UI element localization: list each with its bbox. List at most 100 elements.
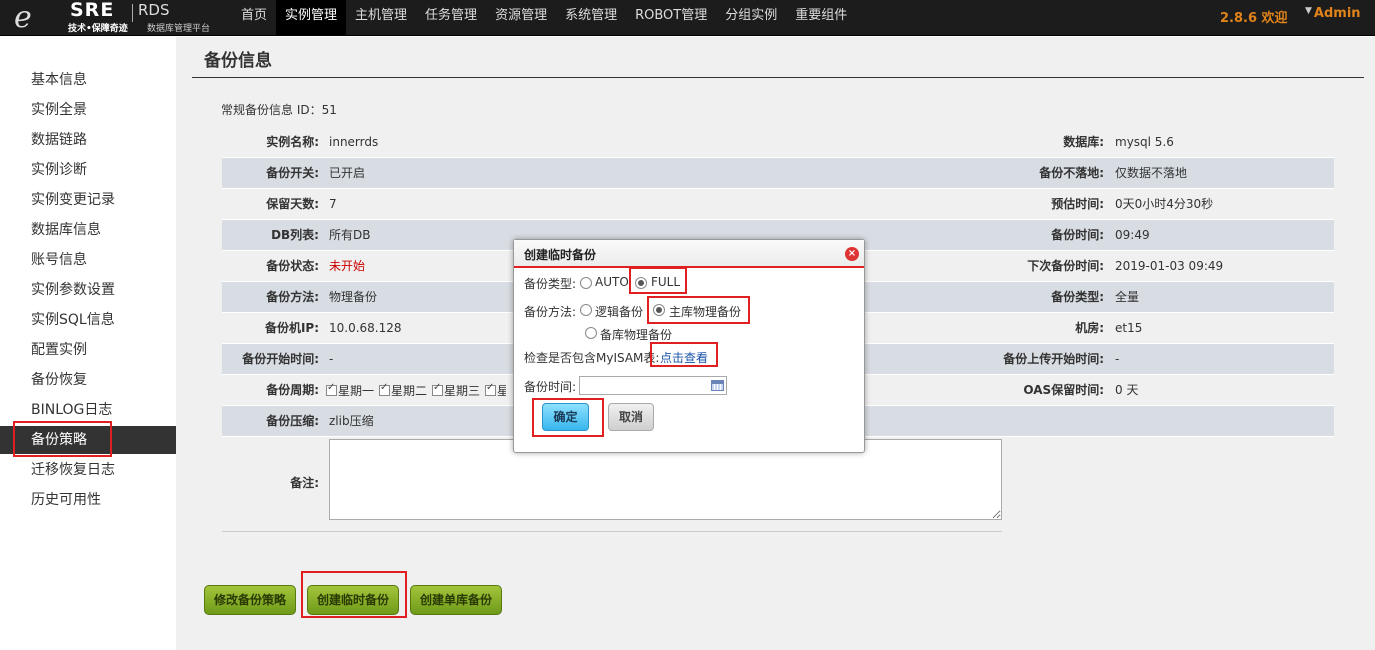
sidebar-item-sql-info[interactable]: 实例SQL信息	[0, 306, 176, 334]
backup-time-input[interactable]	[579, 376, 727, 395]
sidebar-item-basic-info[interactable]: 基本信息	[0, 66, 176, 94]
row-value: 0 天	[1115, 383, 1139, 397]
row-value: mysql 5.6	[1115, 135, 1174, 149]
sidebar-item-migration-log[interactable]: 迁移恢复日志	[0, 456, 176, 484]
sidebar: 基本信息 实例全景 数据链路 实例诊断 实例变更记录 数据库信息 账号信息 实例…	[0, 37, 176, 650]
checkbox-checked-icon	[432, 382, 444, 396]
row-value: 全量	[1115, 290, 1140, 304]
nav-instance-management[interactable]: 实例管理	[276, 0, 347, 36]
nav-important-components[interactable]: 重要组件	[786, 0, 856, 36]
nav-task-management[interactable]: 任务管理	[416, 0, 486, 36]
logo-mark: e	[14, 0, 32, 35]
row-value: 所有DB	[329, 228, 371, 242]
row-label: 备份类型:	[1051, 290, 1104, 304]
row-value: 09:49	[1115, 228, 1150, 242]
main-nav: 首页 实例管理 主机管理 任务管理 资源管理 系统管理 ROBOT管理 分组实例…	[232, 0, 856, 36]
row-label: 下次备份时间:	[1027, 259, 1104, 273]
sidebar-item-change-log[interactable]: 实例变更记录	[0, 186, 176, 214]
weekday-label: 星期一	[338, 384, 375, 398]
sidebar-item-data-link[interactable]: 数据链路	[0, 126, 176, 154]
radio-full-label: FULL	[651, 275, 681, 289]
user-name: Admin	[1313, 6, 1361, 21]
sidebar-item-backup-restore[interactable]: 备份恢复	[0, 366, 176, 394]
sidebar-item-configure-instance[interactable]: 配置实例	[0, 336, 176, 364]
myisam-check-label: 检查是否包含MyISAM表:	[524, 351, 660, 365]
cancel-button[interactable]: 取消	[608, 403, 654, 431]
caret-down-icon: ▼	[1305, 6, 1312, 16]
weekday-checkbox[interactable]: 星期三	[432, 382, 480, 399]
backup-type-label: 备份类型:	[524, 277, 577, 291]
create-temp-backup-button[interactable]: 创建临时备份	[307, 585, 400, 615]
weekday-label: 星	[497, 384, 506, 398]
nav-host-management[interactable]: 主机管理	[346, 0, 416, 36]
logo-platform: 数据库管理平台	[147, 24, 211, 34]
nav-resource-management[interactable]: 资源管理	[486, 0, 556, 36]
header-highlight-line	[514, 266, 864, 268]
weekday-checkbox[interactable]: 星期二	[379, 382, 427, 399]
row-value: zlib压缩	[329, 414, 374, 428]
row-label: 备份状态:	[266, 259, 319, 273]
row-label: 预估时间:	[1051, 197, 1104, 211]
sidebar-item-account-info[interactable]: 账号信息	[0, 246, 176, 274]
sidebar-item-instance-diagnosis[interactable]: 实例诊断	[0, 156, 176, 184]
logo-divider	[132, 4, 133, 22]
logo-slogan: 技术•保障奇迹	[68, 24, 128, 34]
radio-auto-label: AUTO	[595, 275, 629, 289]
version-welcome: 2.8.6 欢迎	[1220, 11, 1288, 26]
row-value: -	[329, 352, 334, 366]
row-label: 保留天数:	[266, 197, 319, 211]
calendar-icon[interactable]	[711, 380, 724, 391]
nav-home[interactable]: 首页	[232, 0, 276, 36]
create-temp-backup-dialog: 创建临时备份 × 备份类型: AUTO FULL 备份方法: 逻辑备份 主库物理…	[513, 239, 865, 453]
backup-id: 常规备份信息 ID：51	[221, 103, 337, 117]
sidebar-item-history-availability[interactable]: 历史可用性	[0, 486, 176, 514]
sidebar-item-instance-overview[interactable]: 实例全景	[0, 96, 176, 124]
nav-group-instances[interactable]: 分组实例	[716, 0, 786, 36]
radio-logical-backup-label: 逻辑备份	[595, 305, 644, 319]
sidebar-item-backup-policy[interactable]: 备份策略	[0, 426, 176, 454]
sidebar-item-parameter-settings[interactable]: 实例参数设置	[0, 276, 176, 304]
create-single-db-backup-button[interactable]: 创建单库备份	[410, 585, 503, 615]
nav-robot-management[interactable]: ROBOT管理	[626, 0, 716, 36]
user-menu[interactable]: ▼ Admin	[1305, 6, 1361, 21]
logo[interactable]: e SRE RDS 技术•保障奇迹 数据库管理平台	[14, 0, 224, 35]
checkbox-checked-icon	[326, 382, 337, 396]
sidebar-item-database-info[interactable]: 数据库信息	[0, 216, 176, 244]
backup-status-value: 未开始	[329, 259, 366, 273]
row-value: 2019-01-03 09:49	[1115, 259, 1224, 273]
row-label: 实例名称:	[266, 135, 319, 149]
title-divider	[192, 77, 1364, 78]
radio-full[interactable]	[635, 277, 647, 289]
weekday-checkbox[interactable]: 星期一	[326, 382, 374, 399]
row-value: 仅数据不落地	[1115, 166, 1188, 180]
logo-product: RDS	[138, 1, 170, 19]
radio-master-physical-backup-label: 主库物理备份	[669, 305, 742, 319]
nav-system-management[interactable]: 系统管理	[556, 0, 626, 36]
confirm-button[interactable]: 确定	[542, 403, 589, 431]
table-row: 实例名称: innerrds 数据库: mysql 5.6	[222, 127, 1334, 158]
radio-master-physical-backup[interactable]	[653, 304, 665, 316]
table-row: 保留天数: 7 预估时间: 0天0小时4分30秒	[222, 189, 1334, 220]
row-value: 10.0.68.128	[329, 321, 402, 335]
weekday-checkbox[interactable]: 星	[485, 382, 506, 399]
radio-slave-physical-backup[interactable]	[585, 327, 597, 339]
row-value: 0天0小时4分30秒	[1115, 197, 1214, 211]
checkbox-checked-icon	[379, 382, 391, 396]
checkbox-checked-icon	[485, 382, 497, 396]
radio-auto[interactable]	[580, 277, 592, 289]
view-myisam-link[interactable]: 点击查看	[660, 349, 708, 366]
edit-backup-policy-button[interactable]: 修改备份策略	[204, 585, 297, 615]
weekday-checkboxes: 星期一 星期二 星期三 星	[326, 375, 506, 406]
close-icon[interactable]: ×	[845, 247, 859, 261]
remark-label: 备注:	[290, 476, 319, 490]
row-label: 备份压缩:	[266, 414, 319, 428]
row-label: DB列表:	[271, 228, 319, 242]
row-label: 备份上传开始时间:	[1003, 352, 1104, 366]
radio-logical-backup[interactable]	[580, 304, 592, 316]
sidebar-item-binlog[interactable]: BINLOG日志	[0, 396, 176, 424]
weekday-label: 星期三	[444, 384, 481, 398]
row-value: 7	[329, 197, 337, 211]
row-value: et15	[1115, 321, 1143, 335]
top-bar: e SRE RDS 技术•保障奇迹 数据库管理平台 首页 实例管理 主机管理 任…	[0, 0, 1375, 36]
row-label: 数据库:	[1063, 135, 1104, 149]
